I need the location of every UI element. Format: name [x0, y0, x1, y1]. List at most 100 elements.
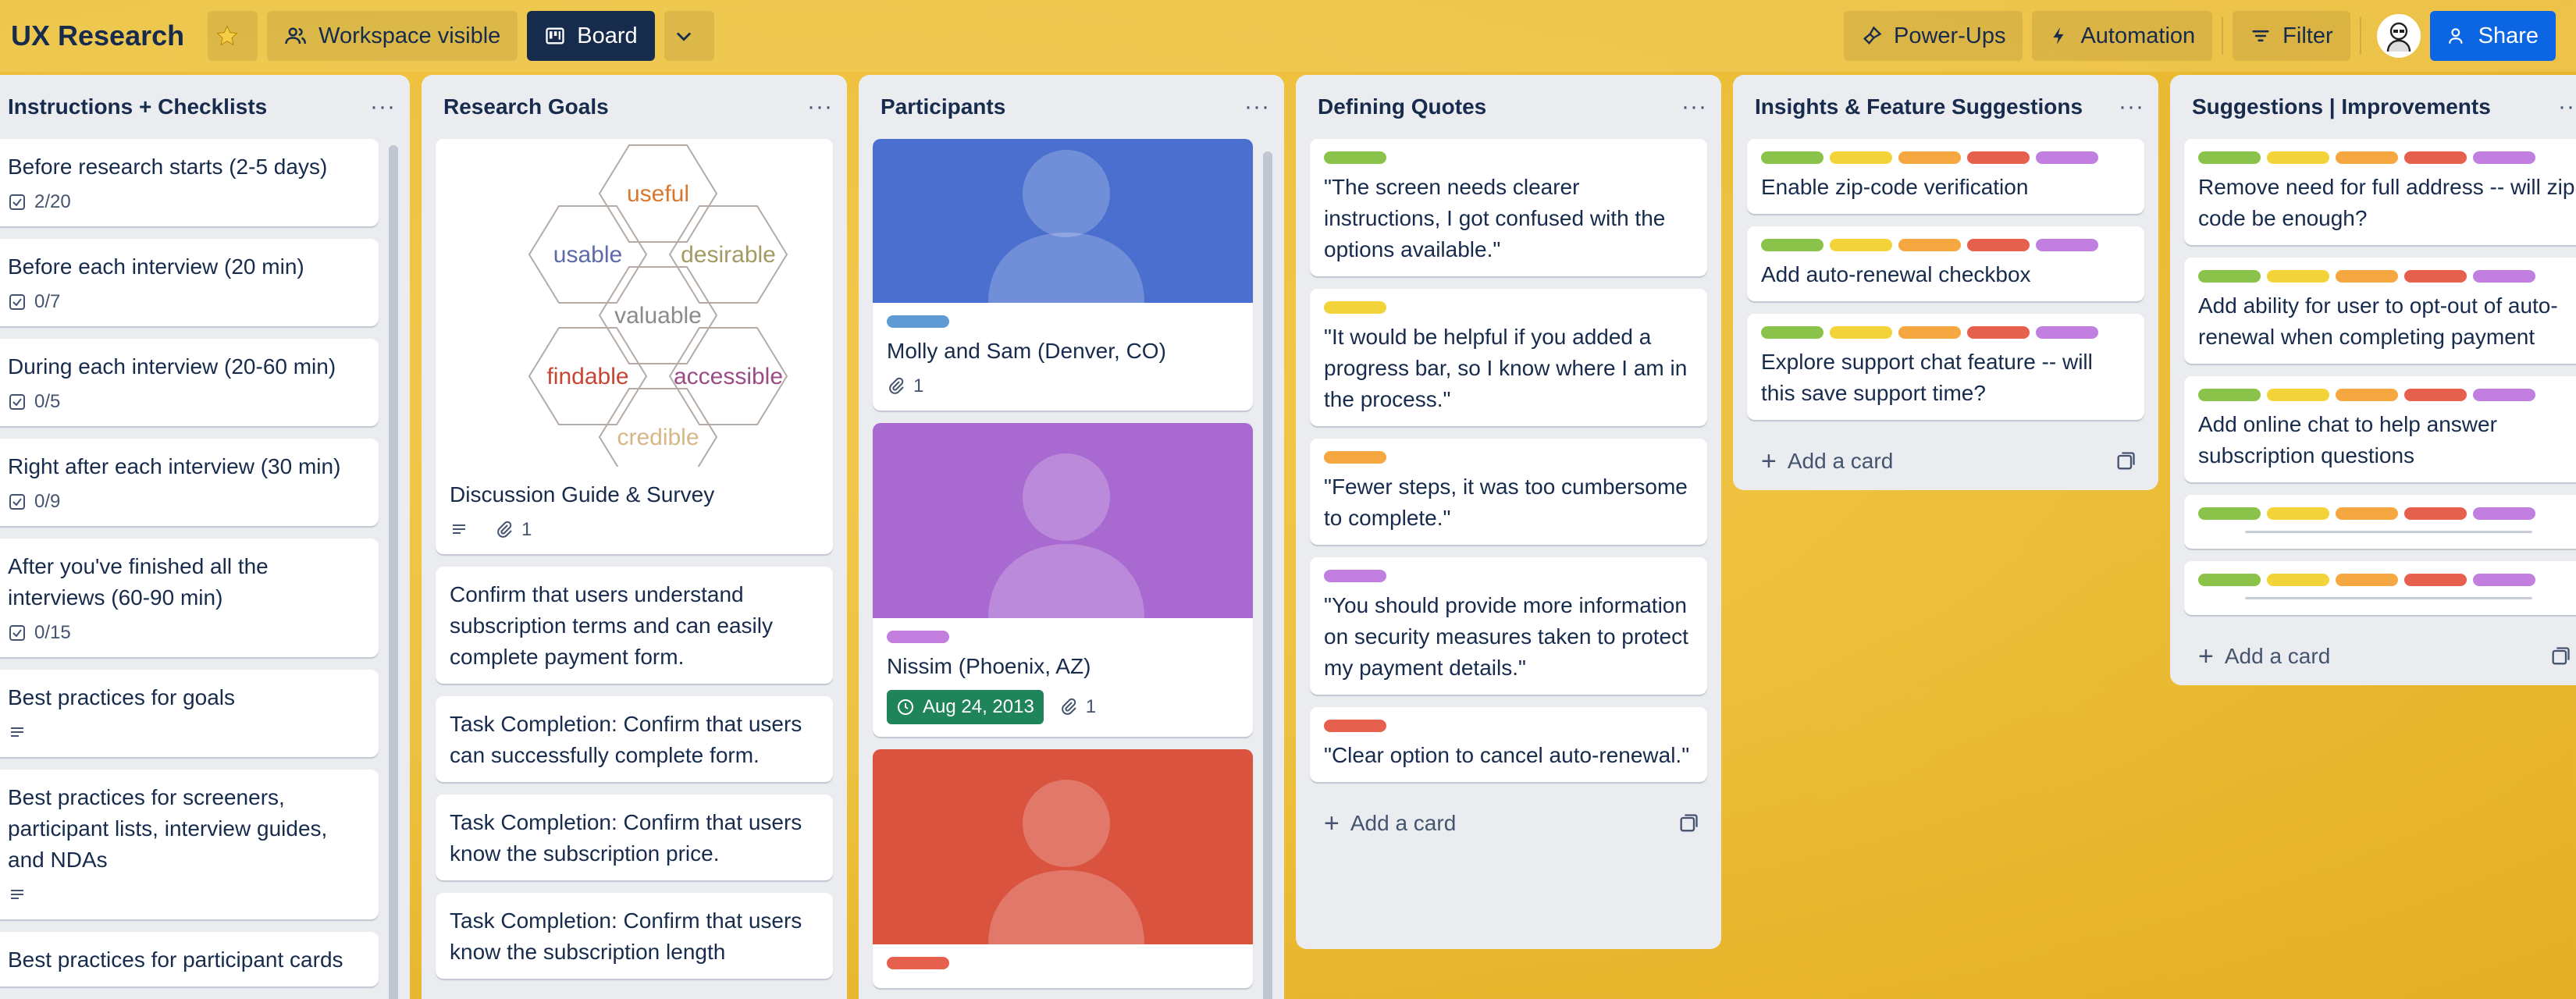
- list-menu-button[interactable]: ···: [1244, 94, 1270, 120]
- template-icon[interactable]: [2115, 450, 2137, 472]
- add-card-button[interactable]: + Add a card: [1733, 432, 2158, 490]
- description-icon: [11, 727, 23, 737]
- label-orange: [2336, 574, 2398, 586]
- card-title: Right after each interview (30 min): [8, 454, 341, 478]
- card[interactable]: Task Completion: Confirm that users can …: [436, 696, 833, 782]
- scrollbar[interactable]: [1263, 151, 1272, 999]
- template-icon[interactable]: [2549, 645, 2571, 667]
- card[interactable]: [2184, 495, 2576, 549]
- scrollbar[interactable]: [389, 145, 398, 999]
- list-header: Participants ···: [859, 75, 1284, 139]
- card[interactable]: Add auto-renewal checkbox: [1747, 226, 2144, 301]
- attachment-icon: [1062, 698, 1076, 715]
- card-list: Before research starts (2-5 days) 2/20 B…: [0, 139, 410, 987]
- honeycomb-valuable: valuable: [614, 303, 702, 329]
- card[interactable]: Add online chat to help answer subscript…: [2184, 376, 2576, 482]
- card[interactable]: "Fewer steps, it was too cumbersome to c…: [1310, 439, 1707, 545]
- label-orange: [1898, 151, 1961, 164]
- card[interactable]: "It would be helpful if you added a prog…: [1310, 289, 1707, 426]
- divider: [2359, 17, 2361, 55]
- card-title: Confirm that users understand subscripti…: [450, 582, 773, 669]
- chevron-down-icon: [676, 32, 691, 41]
- card[interactable]: [873, 749, 1253, 988]
- card[interactable]: Task Completion: Confirm that users know…: [436, 893, 833, 979]
- label-orange: [1898, 326, 1961, 339]
- card[interactable]: Best practices for screeners, participan…: [0, 770, 379, 919]
- view-label: Board: [577, 23, 638, 48]
- card[interactable]: Before research starts (2-5 days) 2/20: [0, 139, 379, 226]
- view-board-button[interactable]: Board: [527, 11, 655, 61]
- card-title: Best practices for goals: [8, 685, 236, 709]
- card[interactable]: Explore support chat feature -- will thi…: [1747, 314, 2144, 420]
- visibility-button[interactable]: Workspace visible: [267, 11, 518, 61]
- card[interactable]: Add ability for user to opt-out of auto-…: [2184, 258, 2576, 364]
- list-menu-button[interactable]: ···: [2119, 94, 2144, 120]
- add-card-button[interactable]: + Add a card: [2170, 627, 2576, 685]
- card[interactable]: "The screen needs clearer instructions, …: [1310, 139, 1707, 276]
- list-menu-button[interactable]: ···: [1681, 94, 1707, 120]
- card[interactable]: During each interview (20-60 min) 0/5: [0, 339, 379, 426]
- person-placeholder-icon: [988, 780, 1144, 944]
- card[interactable]: Nissim (Phoenix, AZ) Aug 24, 2013 1: [873, 423, 1253, 737]
- automation-button[interactable]: Automation: [2032, 11, 2213, 61]
- power-ups-label: Power-Ups: [1894, 23, 2006, 48]
- label-red: [2404, 270, 2467, 283]
- card-list: Enable zip-code verification Add auto-re…: [1733, 139, 2158, 420]
- card-title: Explore support chat feature -- will thi…: [1761, 350, 2093, 405]
- automation-label: Automation: [2080, 23, 2196, 48]
- card[interactable]: Best practices for goals: [0, 670, 379, 757]
- label-red: [2404, 507, 2467, 520]
- card[interactable]: "Clear option to cancel auto-renewal.": [1310, 707, 1707, 782]
- view-switcher-button[interactable]: [664, 11, 714, 61]
- list-participants[interactable]: Participants ··· Molly and Sam (Denver, …: [859, 75, 1284, 999]
- star-icon: [216, 25, 238, 46]
- avatar[interactable]: [2376, 14, 2421, 58]
- label-orange: [2336, 507, 2398, 520]
- card[interactable]: Task Completion: Confirm that users know…: [436, 795, 833, 880]
- card[interactable]: Before each interview (20 min) 0/7: [0, 239, 379, 326]
- list-menu-button[interactable]: ···: [807, 94, 833, 120]
- card[interactable]: Remove need for full address -- will zip…: [2184, 139, 2576, 245]
- add-card-button[interactable]: + Add a card: [1296, 795, 1721, 852]
- share-button[interactable]: Share: [2429, 11, 2556, 61]
- card[interactable]: After you've finished all the interviews…: [0, 539, 379, 657]
- list-defining-quotes[interactable]: Defining Quotes ··· "The screen needs cl…: [1296, 75, 1721, 949]
- filter-button[interactable]: Filter: [2233, 11, 2350, 61]
- card[interactable]: Right after each interview (30 min) 0/9: [0, 439, 379, 526]
- list-instructions[interactable]: Instructions + Checklists ··· Before res…: [0, 75, 410, 999]
- due-date-badge[interactable]: Aug 24, 2013: [887, 690, 1044, 724]
- template-icon[interactable]: [1678, 812, 1699, 834]
- label-red: [2404, 574, 2467, 586]
- card[interactable]: [2184, 561, 2576, 615]
- label-yellow: [1830, 239, 1892, 251]
- label-purple: [2473, 507, 2535, 520]
- checklist-count: 0/5: [34, 391, 61, 412]
- card[interactable]: Best practices for participant cards: [0, 932, 379, 987]
- power-ups-button[interactable]: Power-Ups: [1844, 11, 2023, 61]
- participant-cover: [873, 423, 1253, 618]
- label-green: [2198, 574, 2261, 586]
- label-purple: [2036, 326, 2098, 339]
- card[interactable]: Molly and Sam (Denver, CO) 1: [873, 139, 1253, 411]
- list-research-goals[interactable]: Research Goals ··· useful usable desirab…: [422, 75, 847, 999]
- card[interactable]: "You should provide more information on …: [1310, 557, 1707, 695]
- label-yellow: [2267, 270, 2329, 283]
- board-title[interactable]: UX Research: [11, 20, 184, 52]
- card[interactable]: useful usable desirable valuable findabl…: [436, 139, 833, 554]
- honeycomb-usable: usable: [553, 242, 622, 268]
- card[interactable]: Enable zip-code verification: [1747, 139, 2144, 214]
- label-orange: [1324, 451, 1386, 464]
- label-yellow: [2267, 389, 2329, 401]
- list-suggestions[interactable]: Suggestions | Improvements ··· Remove ne…: [2170, 75, 2576, 685]
- card-title: Before research starts (2-5 days): [8, 155, 328, 179]
- list-insights[interactable]: Insights & Feature Suggestions ··· Enabl…: [1733, 75, 2158, 490]
- label-yellow: [1830, 151, 1892, 164]
- list-header: Instructions + Checklists ···: [0, 75, 410, 139]
- label-orange: [2336, 270, 2398, 283]
- list-menu-button[interactable]: ···: [370, 94, 396, 120]
- card[interactable]: Confirm that users understand subscripti…: [436, 567, 833, 684]
- star-button[interactable]: [208, 11, 258, 61]
- card-title: "You should provide more information on …: [1324, 593, 1688, 680]
- list-menu-button[interactable]: ···: [2558, 94, 2576, 120]
- label-green: [2198, 270, 2261, 283]
